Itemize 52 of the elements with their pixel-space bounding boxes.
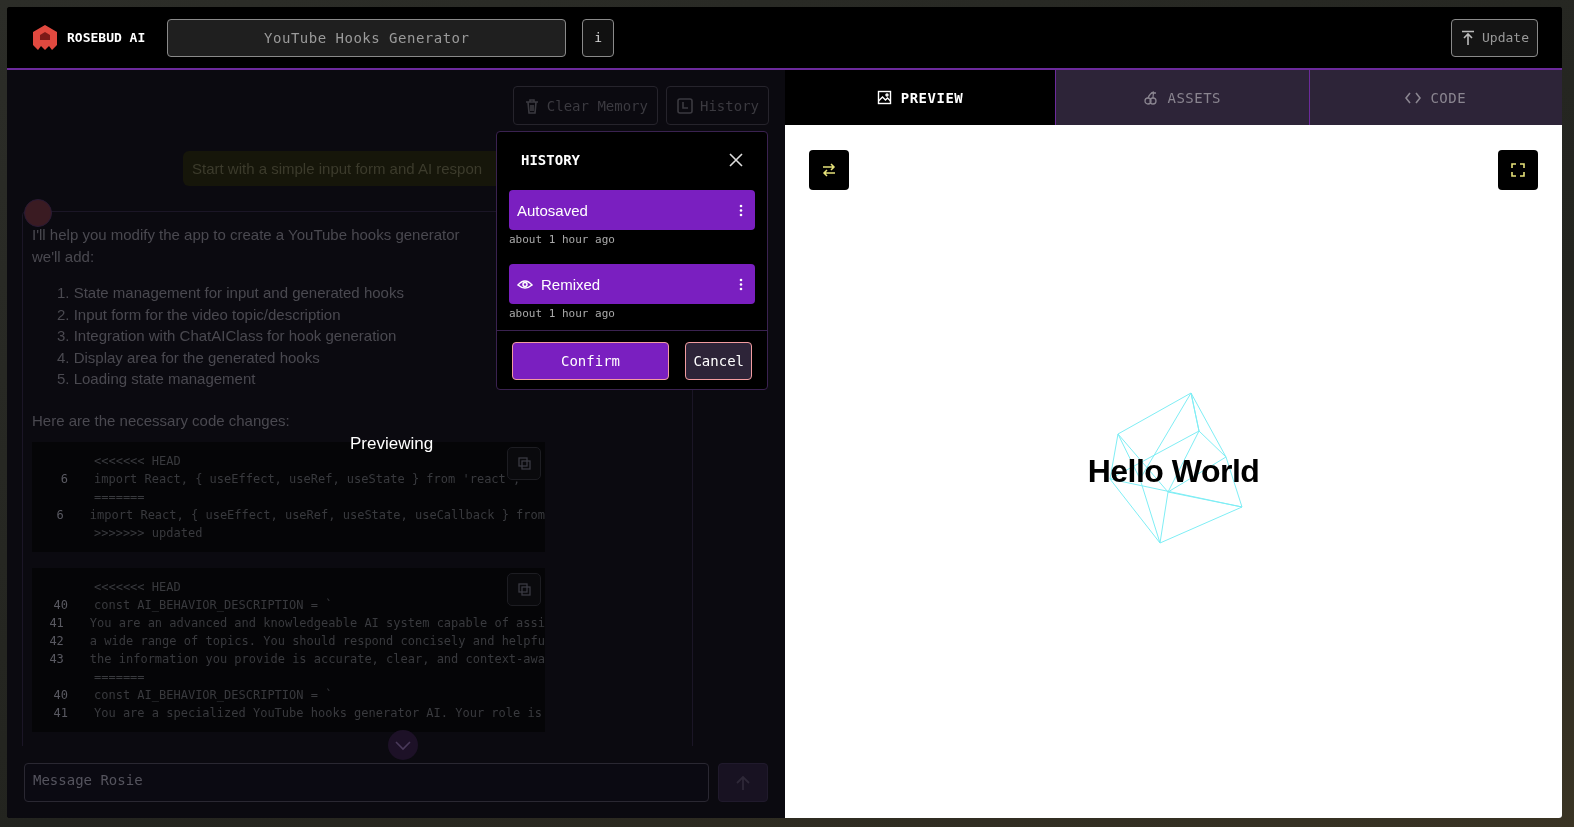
list-item: 4. Display area for the generated hooks <box>57 347 320 368</box>
close-icon <box>729 153 743 167</box>
more-icon <box>739 277 743 291</box>
close-button[interactable] <box>729 153 743 167</box>
copy-button[interactable] <box>507 572 541 606</box>
swap-button[interactable] <box>809 150 849 190</box>
copy-icon <box>517 456 531 470</box>
upload-icon <box>1460 29 1477 46</box>
clock-icon <box>676 96 694 115</box>
list-item: 2. Input form for the video topic/description <box>57 304 341 325</box>
history-item[interactable]: Autosaved <box>509 190 755 230</box>
scroll-down-button[interactable] <box>388 730 418 760</box>
update-button[interactable]: Update <box>1451 18 1538 57</box>
list-item: 5. Loading state management <box>57 369 256 389</box>
message-input-field[interactable]: Message Rosie <box>24 763 709 802</box>
swap-icon <box>821 162 837 178</box>
line-number: 6 <box>59 470 68 488</box>
eye-icon <box>517 277 533 291</box>
line-number: 40 <box>52 686 68 704</box>
cancel-button[interactable]: Cancel <box>685 342 752 380</box>
code-line: ======= <box>94 488 145 506</box>
history-item[interactable]: Remixed <box>509 264 755 304</box>
send-button[interactable] <box>718 763 768 802</box>
info-button[interactable]: i <box>582 18 615 57</box>
timestamp: about 1 hour ago <box>509 307 616 320</box>
hello-world-heading: Hello World <box>1087 453 1260 490</box>
timestamp: about 1 hour ago <box>509 233 616 246</box>
line-number: 41 <box>52 704 68 722</box>
avatar <box>24 199 52 227</box>
line-number: 42 <box>48 632 64 650</box>
project-title-field[interactable]: YouTube Hooks Generator <box>167 18 567 57</box>
message-text: I'll help you modify the app to create a YouTube hooks generator we'll add: <box>32 225 460 267</box>
line-number: 6 <box>55 506 64 524</box>
cherries-icon <box>1143 90 1159 105</box>
more-icon <box>739 203 743 217</box>
image-icon <box>876 90 892 105</box>
list-item: 3. Integration with ChatAIClass for hook generation <box>57 326 397 346</box>
line-number: 40 <box>52 596 68 614</box>
list-item: 1. State management for input and generated hooks <box>57 283 404 303</box>
confirm-button[interactable]: Confirm <box>512 342 669 380</box>
fullscreen-icon <box>1511 163 1525 177</box>
line-number: 43 <box>48 650 64 668</box>
message-text: Here are the necessary code changes: <box>32 410 290 431</box>
line-number: 41 <box>48 614 64 632</box>
tab[interactable]: PREVIEW <box>785 70 1055 125</box>
chevron-down-icon <box>394 739 412 751</box>
logo-text: ROSEBUD AI <box>67 30 146 45</box>
code-line: ======= <box>94 668 145 686</box>
fullscreen-button[interactable] <box>1498 150 1538 190</box>
copy-icon <box>517 582 531 596</box>
rosebud-logo-icon <box>31 23 59 52</box>
previewing-label: Previewing <box>350 434 434 454</box>
